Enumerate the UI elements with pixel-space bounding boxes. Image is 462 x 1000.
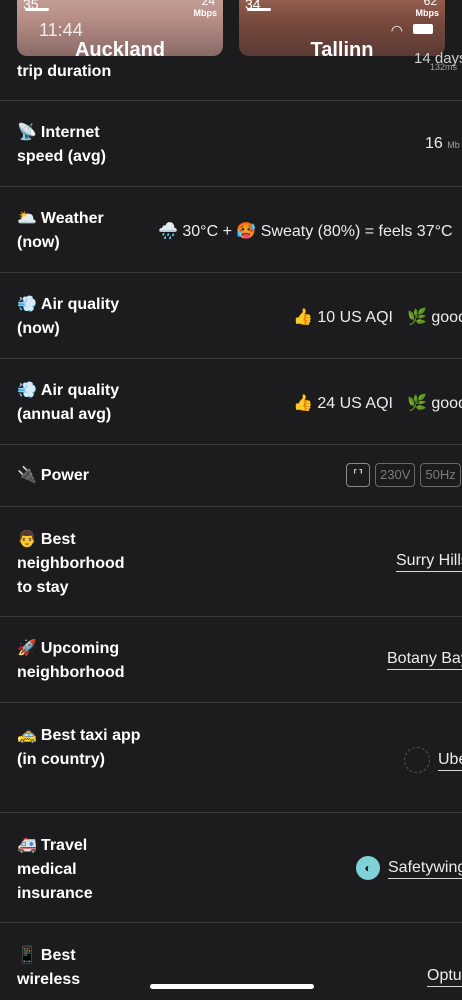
card-speed-unit: Mbps xyxy=(415,8,440,18)
row-label: trip duration xyxy=(17,63,112,80)
insurance-link[interactable]: ◐ Safetywing xyxy=(356,856,462,880)
voltage-badge: 230V xyxy=(375,463,416,487)
row-label: 🌥️ Weather (now) xyxy=(17,210,104,251)
cloud-sun-icon: 🌥️ xyxy=(17,210,37,227)
aqi-value: 👍 24 US AQI xyxy=(293,395,393,412)
aqi-tag: 🌿 good xyxy=(407,309,462,326)
row-upcoming-neighborhood: 🚀 Upcoming neighborhood Botany Bay xyxy=(0,617,462,703)
card-speed-unit: Mbps xyxy=(193,8,218,18)
card-indicator xyxy=(25,8,49,11)
satellite-icon: 📡 xyxy=(17,124,37,141)
row-label: 💨 Air quality (now) xyxy=(17,296,120,337)
wind-icon: 💨 xyxy=(17,296,37,313)
page: 35 11:44 24 Mbps Auckland 34 62 Mbps ◠ T… xyxy=(0,0,462,1000)
city-card-tallinn[interactable]: 34 62 Mbps ◠ Tallinn xyxy=(239,0,445,56)
row-air-quality-now: 💨 Air quality (now) 👍 10 US AQI 🌿 good xyxy=(0,273,462,359)
city-card-auckland[interactable]: 35 11:44 24 Mbps Auckland xyxy=(17,0,223,56)
wind-icon: 💨 xyxy=(17,382,37,399)
row-medical-insurance: 🚑 Travel medical insurance ◐ Safetywing xyxy=(0,813,462,923)
weather-value: 🌧️ 30°C + 🥵 Sweaty (80%) = feels 37°C xyxy=(158,223,453,240)
row-label: 🚀 Upcoming neighborhood xyxy=(17,640,125,681)
row-trip-duration: trip duration 14 days 132ms xyxy=(0,50,462,101)
frequency-badge: 50Hz xyxy=(420,463,461,487)
taxi-link[interactable]: Uber xyxy=(404,747,462,773)
row-taxi-app: 🚕Best taxi app (in country) Uber xyxy=(0,703,462,813)
wireless-link[interactable]: Optus xyxy=(427,967,462,987)
card-city-name: Auckland xyxy=(74,39,166,56)
neighborhood-link[interactable]: Surry Hills xyxy=(396,552,462,572)
wifi-icon: ◠ xyxy=(390,22,403,38)
row-label: 👨 Best neighborhood to stay xyxy=(17,531,125,596)
row-label: 💨 Air quality (annual avg) xyxy=(17,382,120,423)
row-subvalue: 132ms xyxy=(430,62,458,72)
safetywing-logo-icon: ◐ xyxy=(356,856,380,880)
row-internet-speed: 📡 Internet speed (avg) 16 Mb xyxy=(0,101,462,187)
card-indicator xyxy=(247,8,271,11)
card-speed: 62 xyxy=(423,0,437,8)
row-air-quality-annual: 💨 Air quality (annual avg) 👍 24 US AQI 🌿 … xyxy=(0,359,462,445)
ambulance-icon: 🚑 xyxy=(17,837,37,854)
row-label: 🔌 Power xyxy=(17,467,89,484)
row-label: 🚕 Best taxi app (in country) xyxy=(17,727,141,768)
rocket-icon: 🚀 xyxy=(17,640,37,657)
row-label: 📱 Best wireless xyxy=(17,947,81,988)
upcoming-link[interactable]: Botany Bay xyxy=(387,650,462,670)
home-indicator[interactable] xyxy=(150,984,314,989)
taxi-icon: 🚕 xyxy=(17,727,37,744)
phone-icon: 📱 xyxy=(17,947,37,964)
row-power: 🔌 Power ⸢⸣ 230V 50Hz xyxy=(0,445,462,507)
plug-socket-icon: ⸢⸣ xyxy=(346,463,370,487)
uber-logo-icon xyxy=(404,747,430,773)
plug-icon: 🔌 xyxy=(17,467,37,484)
row-best-neighborhood: 👨 Best neighborhood to stay Surry Hills xyxy=(0,507,462,617)
battery-icon xyxy=(413,24,433,34)
row-label: 🚑 Travel medical insurance xyxy=(17,837,93,902)
row-value: 16 Mb xyxy=(425,135,460,152)
card-speed: 24 xyxy=(201,0,215,8)
person-icon: 👨 xyxy=(17,531,37,548)
card-time: 11:44 xyxy=(39,20,83,40)
row-weather: 🌥️ Weather (now) 🌧️ 30°C + 🥵 Sweaty (80%)… xyxy=(0,187,462,273)
aqi-tag: 🌿 good xyxy=(407,395,462,412)
row-label: 📡 Internet speed (avg) xyxy=(17,124,106,165)
power-specs: ⸢⸣ 230V 50Hz xyxy=(346,463,462,487)
aqi-value: 👍 10 US AQI xyxy=(293,309,393,326)
